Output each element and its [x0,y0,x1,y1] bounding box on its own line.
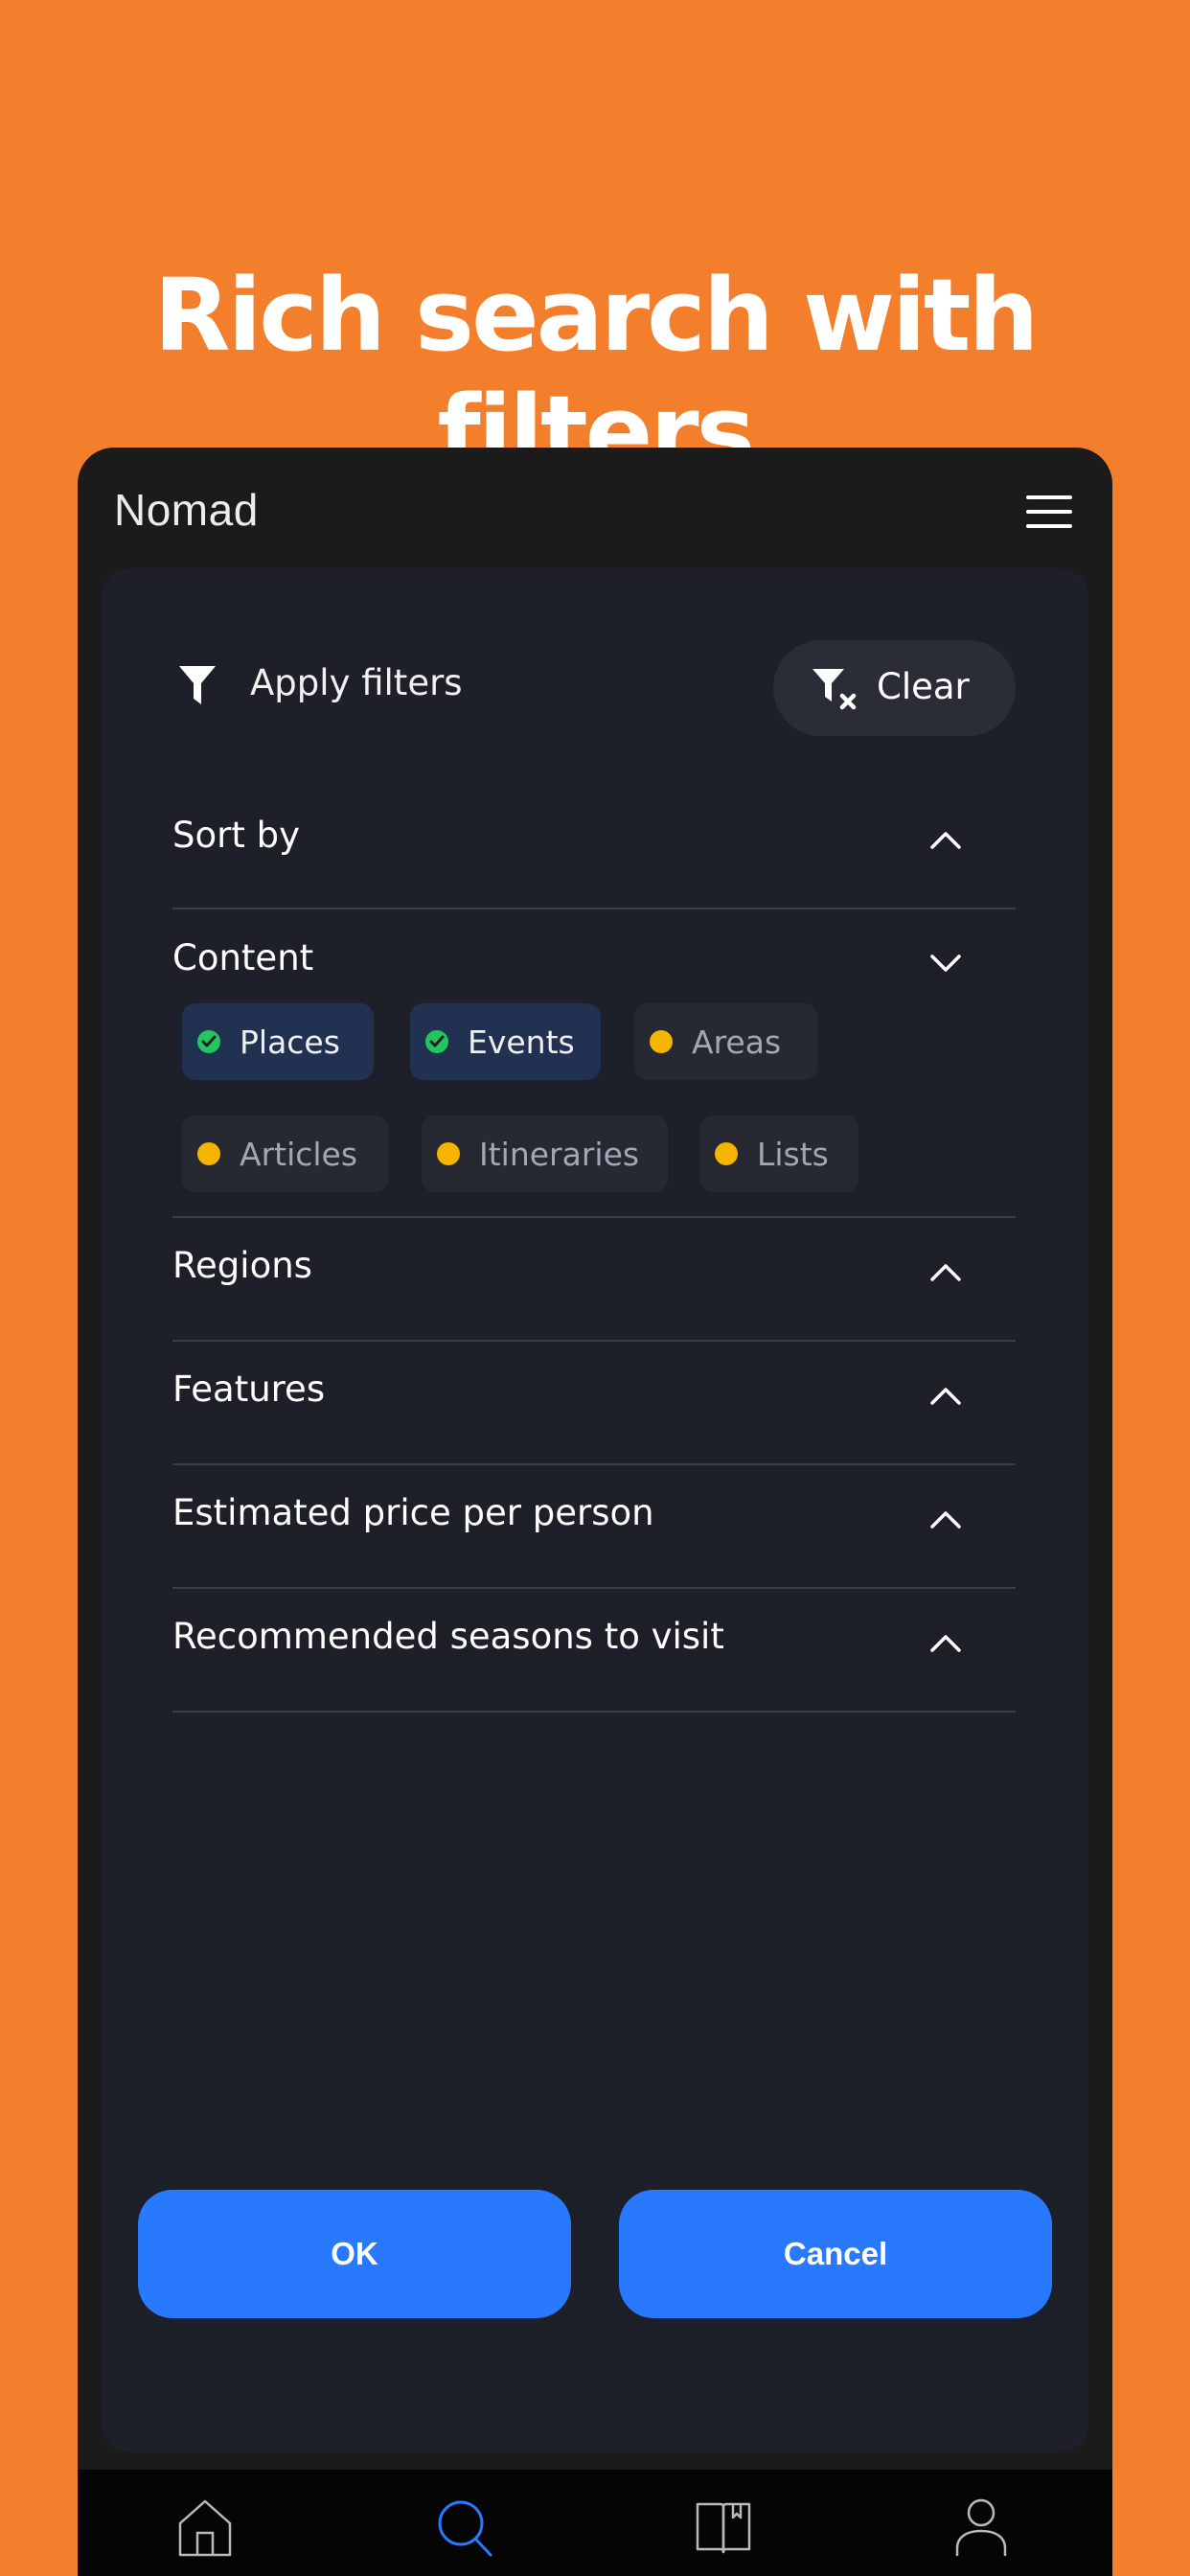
chevron-up-icon[interactable] [929,1261,962,1282]
section-sort-by[interactable]: Sort by [172,784,1016,909]
dot-icon [197,1142,220,1165]
chevron-up-icon[interactable] [929,829,962,850]
chip-label: Lists [757,1135,829,1173]
chip-events[interactable]: Events [410,1003,601,1080]
dot-icon [715,1142,738,1165]
apply-filters-label: Apply filters [250,662,463,703]
chip-label: Areas [692,1023,782,1061]
section-title: Sort by [172,815,300,856]
dot-icon [650,1030,673,1053]
chip-lists[interactable]: Lists [699,1116,858,1192]
chip-label: Events [468,1023,575,1061]
section-title: Content [172,937,314,978]
section-regions[interactable]: Regions [172,1218,1016,1342]
section-title: Regions [172,1245,312,1286]
funnel-icon [179,666,216,704]
chip-label: Places [240,1023,340,1061]
filter-sheet: Apply filters Clear Sort by Content Plac… [102,568,1088,2452]
section-features[interactable]: Features [172,1342,1016,1465]
section-title: Estimated price per person [172,1492,654,1533]
section-content: Content Places Events Areas Articles Iti… [172,909,1016,1218]
chip-articles[interactable]: Articles [182,1116,388,1192]
search-icon[interactable] [436,2496,493,2558]
chevron-up-icon[interactable] [929,1508,962,1530]
app-title: Nomad [114,485,259,535]
chip-label: Articles [240,1135,358,1173]
chevron-down-icon[interactable] [929,954,962,975]
cancel-button[interactable]: Cancel [619,2190,1052,2318]
bottom-navigation [78,2470,1112,2576]
section-recommended-seasons[interactable]: Recommended seasons to visit [172,1589,1016,1713]
chip-areas[interactable]: Areas [634,1003,817,1080]
check-icon [197,1030,220,1053]
chip-places[interactable]: Places [182,1003,374,1080]
app-bar: Nomad [78,448,1112,568]
chip-itineraries[interactable]: Itineraries [422,1116,668,1192]
home-icon[interactable] [176,2496,234,2558]
user-icon[interactable] [952,2496,1010,2558]
clear-filters-label: Clear [877,666,970,707]
check-icon [425,1030,448,1053]
chevron-up-icon[interactable] [929,1632,962,1653]
ok-button[interactable]: OK [138,2190,571,2318]
section-estimated-price[interactable]: Estimated price per person [172,1465,1016,1589]
section-title: Recommended seasons to visit [172,1616,724,1657]
section-title: Features [172,1368,326,1410]
clear-filters-button[interactable]: Clear [773,640,1016,736]
chip-label: Itineraries [479,1135,640,1173]
funnel-clear-icon [812,669,857,710]
chevron-up-icon[interactable] [929,1385,962,1406]
hamburger-menu-icon[interactable] [1026,495,1072,528]
filter-header: Apply filters Clear [102,568,1088,760]
dot-icon [437,1142,460,1165]
book-icon[interactable] [695,2496,752,2558]
